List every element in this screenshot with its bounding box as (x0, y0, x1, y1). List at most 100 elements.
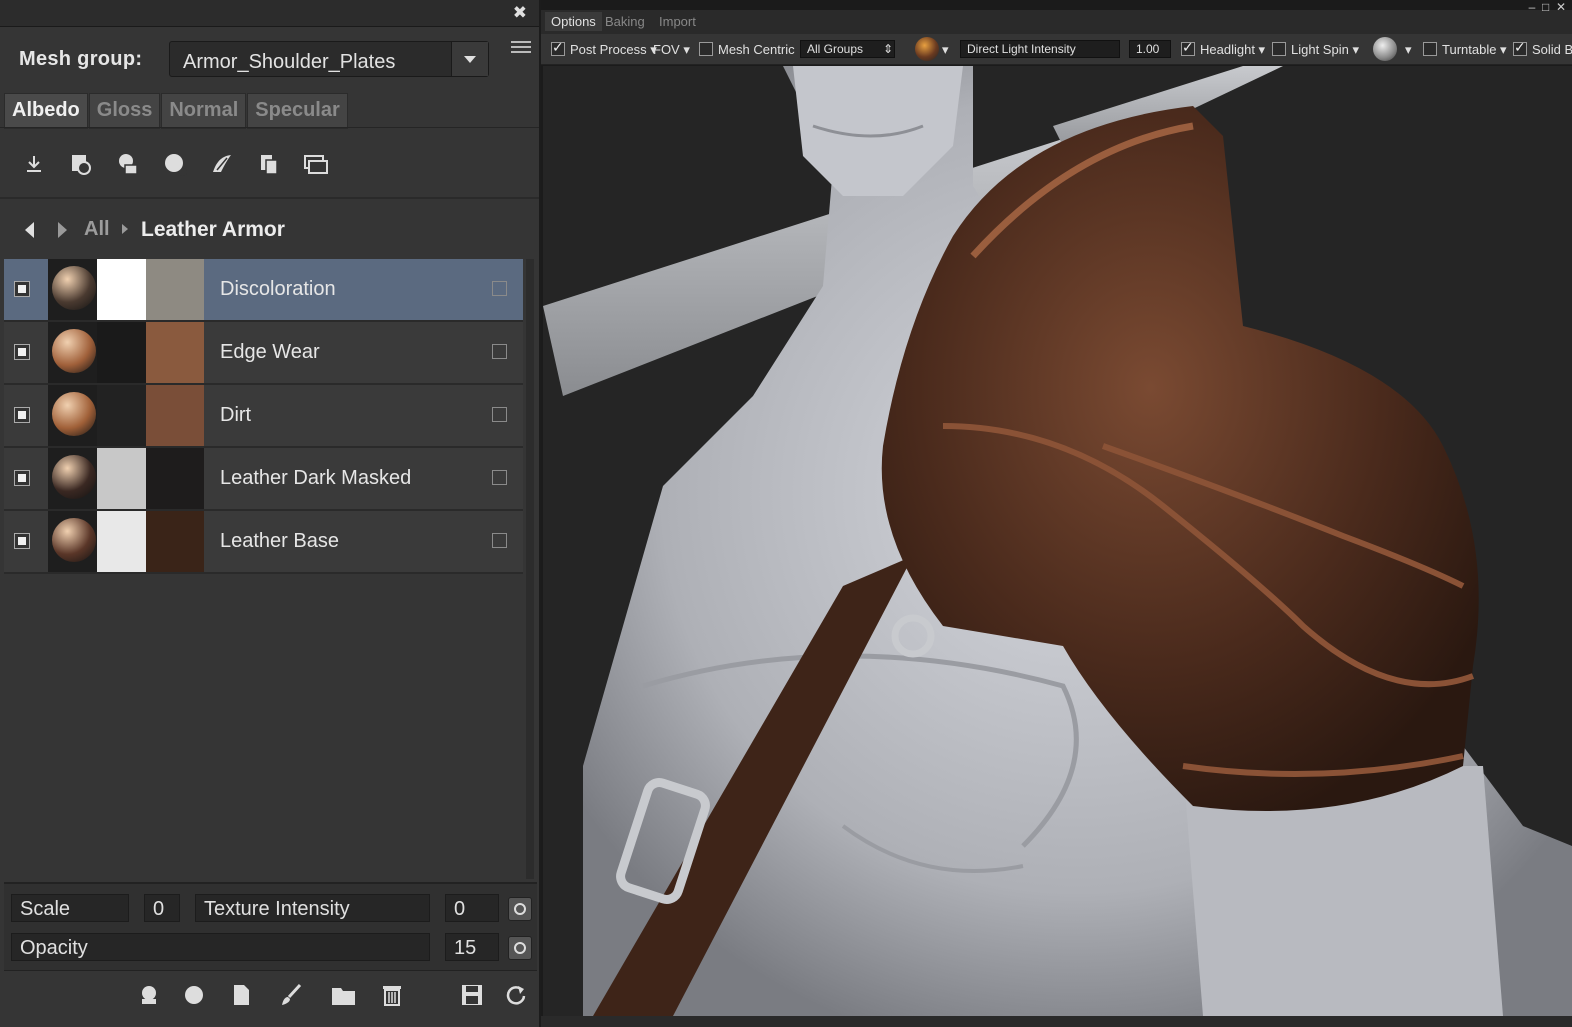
circle-icon[interactable] (182, 983, 206, 1007)
layer-select-checkbox[interactable] (492, 533, 507, 548)
minimize-icon[interactable]: – (1529, 0, 1536, 14)
mesh-group-value: Armor_Shoulder_Plates (183, 51, 396, 73)
layer-enable-checkbox[interactable] (14, 344, 30, 360)
fov-dropdown[interactable]: FOV ▾ (653, 42, 690, 58)
texture-intensity-reset-icon[interactable] (508, 897, 532, 921)
color-swatch (146, 259, 204, 320)
layer-list-scrollbar[interactable] (526, 259, 534, 879)
texture-intensity-value[interactable]: 0 (445, 894, 499, 922)
layer-enable-checkbox[interactable] (14, 470, 30, 486)
material-sphere-icon (52, 392, 96, 436)
layer-params: Scale 0 Texture Intensity 0 Opacity 15 (4, 882, 537, 970)
material-thumbnail (48, 448, 97, 509)
mesh-group-select[interactable]: Armor_Shoulder_Plates (169, 41, 489, 77)
light-intensity-slider[interactable]: Direct Light Intensity (960, 40, 1120, 58)
layer-row[interactable]: Leather Base (4, 511, 523, 574)
chevron-down-icon[interactable] (451, 42, 488, 76)
divider (0, 127, 539, 128)
opacity-label: Opacity (20, 937, 88, 959)
color-swatch (146, 322, 204, 383)
material-sphere-icon (52, 329, 96, 373)
opacity-reset-icon[interactable] (508, 936, 532, 960)
tab-options[interactable]: Options (545, 12, 602, 31)
close-icon[interactable]: ✖ (513, 3, 527, 23)
copy-icon[interactable] (255, 150, 283, 178)
texture-intensity-field[interactable]: Texture Intensity (195, 894, 430, 922)
tab-specular[interactable]: Specular (247, 93, 348, 129)
material-panel: ✖ Mesh group: Armor_Shoulder_Plates Albe… (0, 0, 541, 1027)
duplicate-icon[interactable] (302, 150, 330, 178)
layer-row[interactable]: Discoloration (4, 259, 523, 322)
tab-albedo[interactable]: Albedo (4, 93, 88, 129)
breadcrumb: All Leather Armor (0, 200, 539, 256)
scale-label: Scale (20, 898, 71, 920)
new-page-icon[interactable] (229, 983, 253, 1007)
layer-row[interactable]: Dirt (4, 385, 523, 448)
post-process-toggle[interactable]: Post Process ▾ (551, 39, 657, 58)
light-spin-toggle[interactable]: Light Spin ▾ (1272, 42, 1359, 58)
layer-name: Discoloration (220, 278, 336, 300)
opacity-value[interactable]: 15 (445, 933, 499, 961)
layer-name: Leather Dark Masked (220, 467, 412, 489)
opacity-field[interactable]: Opacity (11, 933, 430, 961)
tab-baking[interactable]: Baking (605, 14, 645, 29)
back-arrow-icon[interactable] (25, 222, 34, 238)
environment-sphere-icon[interactable] (915, 37, 939, 61)
solid-background-toggle[interactable]: Solid Ba (1513, 39, 1572, 57)
mask-thumbnail (97, 385, 146, 446)
checkbox-icon (699, 42, 713, 56)
sphere-icon[interactable] (137, 983, 161, 1007)
tab-import[interactable]: Import (659, 14, 696, 29)
material-thumbnail (48, 385, 97, 446)
mesh-group-row: Mesh group: Armor_Shoulder_Plates (0, 26, 539, 90)
layer-select-checkbox[interactable] (492, 470, 507, 485)
refresh-material-icon[interactable] (161, 150, 189, 178)
layer-select-checkbox[interactable] (492, 407, 507, 422)
material-sphere-icon (52, 455, 96, 499)
mesh-centric-toggle[interactable]: Mesh Centric (699, 42, 795, 57)
light-intensity-value[interactable]: 1.00 (1129, 40, 1171, 58)
layer-select-checkbox[interactable] (492, 281, 507, 296)
layer-enable-checkbox[interactable] (14, 407, 30, 423)
window-controls: – □ ✕ (1529, 0, 1566, 14)
3d-viewport[interactable] (543, 66, 1572, 1016)
paint-icon[interactable] (208, 150, 236, 178)
breadcrumb-root[interactable]: All (84, 218, 110, 241)
chevron-down-icon[interactable]: ▾ (1405, 42, 1412, 58)
color-swatch (146, 448, 204, 509)
groups-select[interactable]: All Groups ⇕ (800, 40, 895, 58)
layer-row[interactable]: Edge Wear (4, 322, 523, 385)
checkbox-icon (551, 39, 565, 56)
bake-icon[interactable] (67, 150, 95, 178)
tab-normal[interactable]: Normal (161, 93, 247, 129)
forward-arrow-icon[interactable] (58, 222, 67, 238)
layer-actions (4, 970, 537, 1019)
layer-name: Leather Base (220, 530, 339, 552)
save-icon[interactable] (460, 983, 484, 1007)
reset-icon[interactable] (504, 983, 528, 1007)
layer-select-checkbox[interactable] (492, 344, 507, 359)
matcap-sphere-icon[interactable] (1373, 37, 1397, 61)
breadcrumb-current: Leather Armor (141, 218, 285, 241)
import-icon[interactable] (20, 150, 48, 178)
divider (0, 197, 539, 199)
headlight-toggle[interactable]: Headlight ▾ (1181, 39, 1265, 58)
trash-icon[interactable] (380, 983, 404, 1007)
brush-icon[interactable] (280, 983, 304, 1007)
layer-row[interactable]: Leather Dark Masked (4, 448, 523, 511)
scale-value[interactable]: 0 (144, 894, 180, 922)
viewer-pane: Options Baking Import – □ ✕ Post Process… (541, 0, 1572, 1027)
scale-field[interactable]: Scale (11, 894, 129, 922)
material-toolbar (20, 150, 349, 178)
tab-gloss[interactable]: Gloss (88, 93, 161, 129)
folder-icon[interactable] (331, 983, 355, 1007)
layer-enable-checkbox[interactable] (14, 533, 30, 549)
color-swatch (146, 385, 204, 446)
checkbox-icon (1181, 39, 1195, 56)
maximize-icon[interactable]: □ (1542, 0, 1549, 14)
chevron-down-icon[interactable]: ▾ (942, 42, 949, 58)
layer-enable-checkbox[interactable] (14, 281, 30, 297)
close-window-icon[interactable]: ✕ (1556, 0, 1566, 14)
material-icon[interactable] (114, 150, 142, 178)
turntable-toggle[interactable]: Turntable ▾ (1423, 42, 1507, 58)
